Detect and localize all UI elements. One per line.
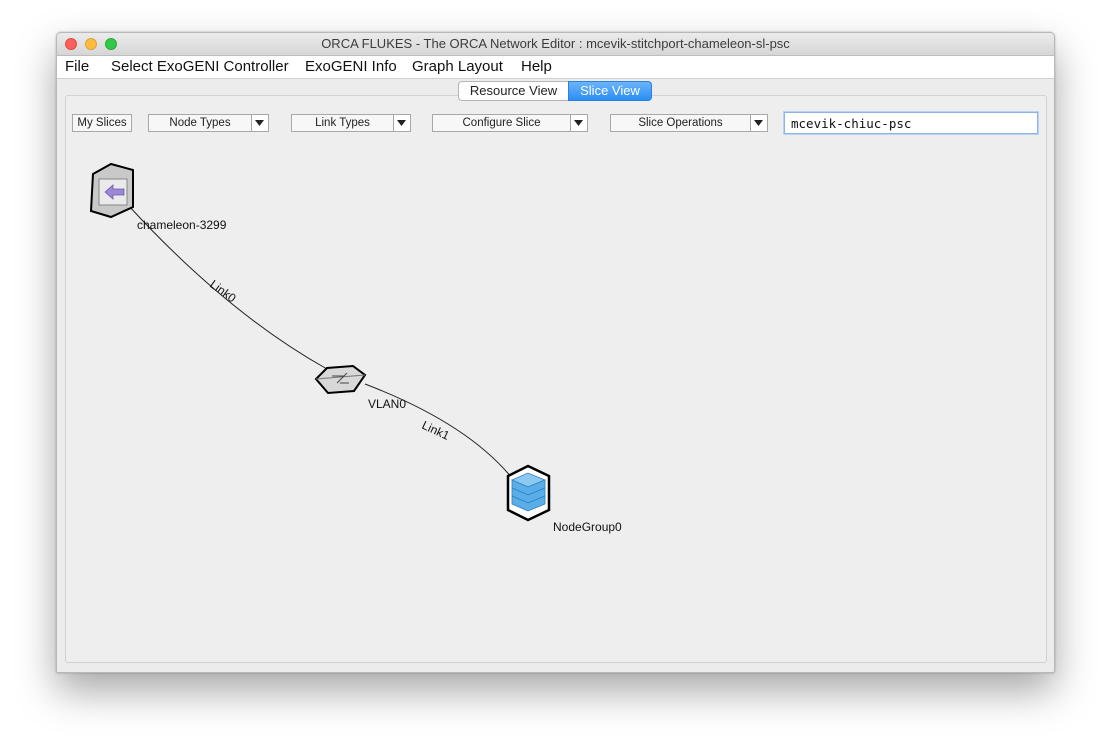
edge-label-link0: Link0 (207, 277, 239, 305)
node-nodegroup0[interactable]: NodeGroup0 (506, 464, 622, 534)
node-label-chameleon-3299: chameleon-3299 (137, 218, 227, 232)
node-label-vlan0: VLAN0 (368, 397, 406, 411)
node-label-nodegroup0: NodeGroup0 (553, 520, 622, 534)
edge-label-link1: Link1 (420, 418, 452, 443)
slice-graph-canvas[interactable]: Link0 Link1 chameleon-3299 VLAN0 NodeGro… (57, 33, 1054, 672)
vlan-switch-icon (314, 364, 367, 395)
stitchport-icon (89, 162, 134, 219)
desktop: ORCA FLUKES - The ORCA Network Editor : … (0, 0, 1109, 752)
node-chameleon-3299[interactable]: chameleon-3299 (89, 162, 227, 232)
node-vlan0[interactable]: VLAN0 (314, 364, 406, 411)
app-window: ORCA FLUKES - The ORCA Network Editor : … (56, 32, 1055, 673)
nodegroup-icon (506, 464, 551, 522)
